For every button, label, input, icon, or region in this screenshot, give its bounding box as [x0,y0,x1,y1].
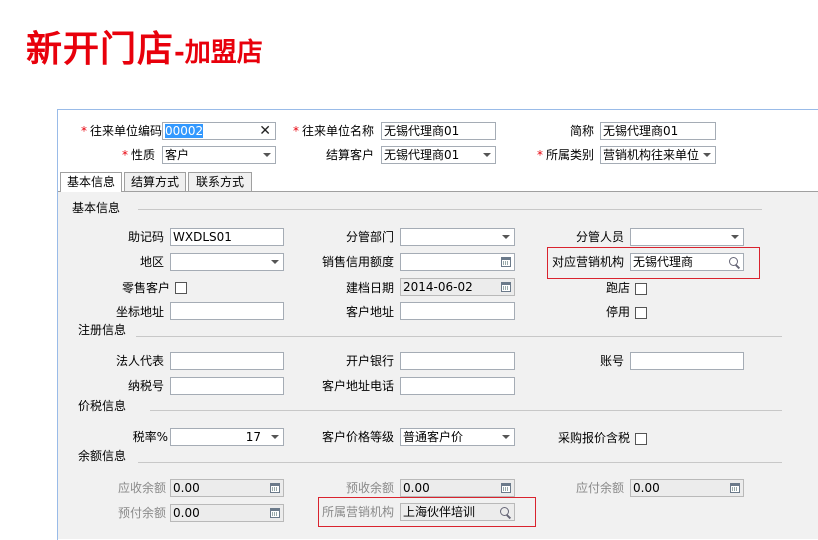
date-label: 建档日期 [345,281,394,295]
category-select[interactable]: 营销机构往来单位 [600,146,716,164]
section-tax-title: 价税信息 [78,399,127,413]
retail-checkbox[interactable] [175,282,187,294]
tab-settlement[interactable]: 结算方式 [124,172,186,191]
org-lookup[interactable]: 无锡代理商 [630,253,744,271]
account-label: 账号 [599,354,624,368]
phone-input[interactable] [400,377,515,395]
divider [136,336,782,337]
clear-icon[interactable]: ✕ [259,123,271,139]
dropdown-icon[interactable] [731,235,739,239]
dept-select[interactable] [400,228,515,246]
calendar-icon[interactable] [501,282,511,292]
coord-label: 坐标地址 [115,305,164,319]
receivable-label: 应收余额 [117,481,166,495]
page-title-sub: -加盟店 [174,38,263,68]
divider [138,209,762,210]
belong-label: 所属营销机构 [321,505,394,519]
page-title: 新开门店-加盟店 [26,20,263,72]
tab-strip: 基本信息 结算方式 联系方式 [58,171,818,192]
bank-label: 开户银行 [345,354,394,368]
rate-select[interactable]: 17 [170,428,284,446]
coord-input[interactable] [170,302,284,320]
address-label: 客户地址 [345,305,394,319]
calculator-icon [270,508,280,518]
legal-label: 法人代表 [115,354,164,368]
legal-input[interactable] [170,352,284,370]
region-label: 地区 [139,255,164,269]
category-label: * 所属类别 [536,148,594,162]
name-input[interactable]: 无锡代理商01 [381,122,496,140]
section-register-title: 注册信息 [78,323,127,337]
taxno-label: 纳税号 [127,379,164,393]
calculator-icon [730,483,740,493]
store-label: 跑店 [605,281,630,295]
rate-label: 税率% [132,430,168,444]
header-form: * 往来单位编码 00002 ✕ * 往来单位名称 无锡代理商01 简称 无锡代理商… [58,110,818,170]
code-input[interactable]: 00002 ✕ [162,122,276,140]
divider [150,410,782,411]
staff-select[interactable] [630,228,744,246]
belong-lookup[interactable]: 上海伙伴培训 [400,503,515,521]
basic-info-panel: 基本信息 助记码 WXDLS01 分管部门 分管人员 地区 销售信用额度 对应营… [58,192,818,539]
dropdown-icon[interactable] [502,235,510,239]
dropdown-icon[interactable] [271,260,279,264]
store-checkbox[interactable] [635,283,647,295]
calculator-icon [501,483,511,493]
dropdown-icon[interactable] [502,435,510,439]
credit-input[interactable] [400,253,515,271]
mnemonic-input[interactable]: WXDLS01 [170,228,284,246]
tab-basic-info[interactable]: 基本信息 [60,172,122,192]
date-input[interactable]: 2014-06-02 [400,278,515,296]
tab-contact[interactable]: 联系方式 [188,172,252,191]
divider [138,462,782,463]
staff-label: 分管人员 [575,230,624,244]
dropdown-icon[interactable] [263,153,271,157]
nature-select[interactable]: 客户 [162,146,276,164]
code-label: * 往来单位编码 [80,124,162,138]
price-select[interactable]: 普通客户价 [400,428,515,446]
disabled-label: 停用 [605,305,630,319]
mnemonic-label: 助记码 [127,230,164,244]
name-label: * 往来单位名称 [292,124,374,138]
taxno-input[interactable] [170,377,284,395]
calculator-icon[interactable] [501,257,511,267]
disabled-checkbox[interactable] [635,307,647,319]
dept-label: 分管部门 [345,230,394,244]
credit-label: 销售信用额度 [321,255,394,269]
org-label: 对应营销机构 [551,255,624,269]
region-select[interactable] [170,253,284,271]
prepay-label: 预付余额 [117,506,166,520]
address-input[interactable] [400,302,515,320]
abbr-input[interactable]: 无锡代理商01 [600,122,716,140]
abbr-label: 简称 [569,124,594,138]
bank-input[interactable] [400,352,515,370]
search-icon[interactable] [500,507,509,516]
section-basic-title: 基本信息 [72,201,121,215]
prereceive-input: 0.00 [400,479,515,497]
purchase-checkbox[interactable] [635,433,647,445]
page-title-main: 新开门店 [26,29,175,70]
receivable-input: 0.00 [170,479,284,497]
prepay-input: 0.00 [170,504,284,522]
dropdown-icon[interactable] [271,435,279,439]
purchase-label: 采购报价含税 [557,431,630,445]
search-icon[interactable] [729,257,738,266]
account-input[interactable] [630,352,744,370]
price-label: 客户价格等级 [321,430,394,444]
payable-label: 应付余额 [575,481,624,495]
settle-label: 结算客户 [325,148,374,162]
phone-label: 客户地址电话 [321,379,394,393]
dropdown-icon[interactable] [703,153,711,157]
retail-label: 零售客户 [121,281,170,295]
section-balance-title: 余额信息 [78,449,127,463]
payable-input: 0.00 [630,479,744,497]
prereceive-label: 预收余额 [345,481,394,495]
calculator-icon [270,483,280,493]
settle-select[interactable]: 无锡代理商01 [381,146,496,164]
dropdown-icon[interactable] [483,153,491,157]
nature-label: * 性质 [121,148,155,162]
